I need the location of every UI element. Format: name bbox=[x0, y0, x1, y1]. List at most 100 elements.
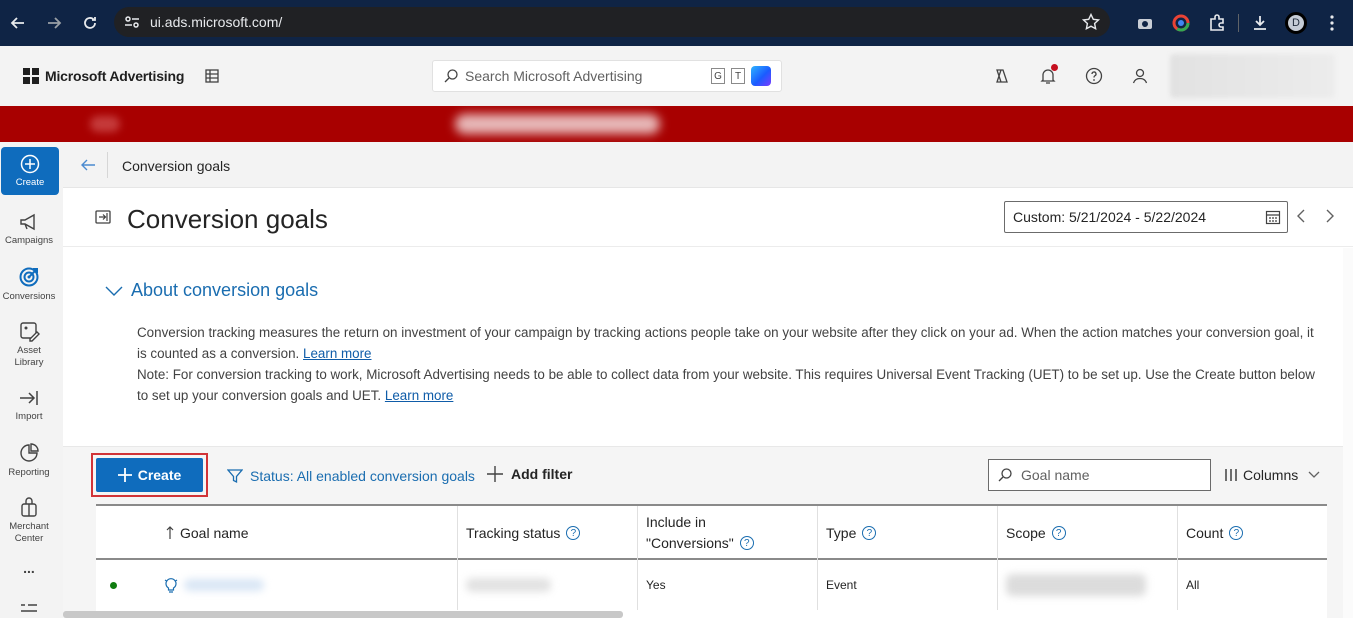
horizontal-scrollbar[interactable] bbox=[63, 611, 623, 618]
back-arrow-icon[interactable] bbox=[0, 5, 36, 41]
header-count-label: Count bbox=[1186, 524, 1224, 541]
help-icon[interactable]: ? bbox=[739, 536, 754, 550]
browser-menu-icon[interactable] bbox=[1317, 8, 1347, 38]
help-icon[interactable]: ? bbox=[566, 526, 581, 540]
download-icon[interactable] bbox=[1245, 8, 1275, 38]
target-icon bbox=[18, 266, 40, 288]
app-switcher-icon[interactable] bbox=[204, 68, 220, 84]
add-filter-label: Add filter bbox=[511, 466, 573, 482]
date-range-picker[interactable]: Custom: 5/21/2024 - 5/22/2024 bbox=[1004, 201, 1288, 233]
forward-arrow-icon[interactable] bbox=[36, 5, 72, 41]
reload-icon[interactable] bbox=[72, 5, 108, 41]
address-bar[interactable]: ui.ads.microsoft.com/ bbox=[114, 7, 1110, 37]
header-goal-name[interactable]: Goal name bbox=[156, 506, 456, 560]
image-edit-icon bbox=[18, 320, 40, 342]
redacted-scope bbox=[1006, 574, 1146, 596]
rail-more-icon[interactable]: ... bbox=[0, 561, 58, 575]
user-icon[interactable] bbox=[1128, 64, 1152, 88]
extensions-puzzle-icon[interactable] bbox=[1202, 8, 1232, 38]
add-filter-button[interactable]: Add filter bbox=[487, 466, 572, 482]
rail-item-asset-library[interactable]: Asset Library bbox=[0, 320, 58, 369]
learn-more-link-1[interactable]: Learn more bbox=[303, 346, 371, 361]
columns-icon bbox=[1225, 468, 1237, 482]
back-arrow-icon[interactable] bbox=[79, 157, 97, 173]
learn-more-link-2[interactable]: Learn more bbox=[385, 388, 453, 403]
shortcut-key-t: T bbox=[731, 68, 745, 84]
row-type-cell: Event bbox=[817, 560, 997, 610]
brand-logo[interactable]: Microsoft Advertising bbox=[23, 68, 184, 84]
create-button-label: Create bbox=[137, 467, 182, 483]
help-icon[interactable]: ? bbox=[1051, 526, 1066, 540]
url-text: ui.ads.microsoft.com/ bbox=[150, 14, 283, 30]
row-goal-name-cell[interactable] bbox=[156, 560, 456, 610]
plus-circle-icon bbox=[20, 154, 40, 174]
notification-dot bbox=[1051, 64, 1058, 71]
redacted-tracking-status bbox=[466, 578, 551, 592]
microsoft-logo-icon bbox=[23, 68, 39, 84]
vertical-scrollbar[interactable] bbox=[1343, 248, 1353, 618]
columns-button[interactable]: Columns bbox=[1225, 467, 1320, 483]
megaphone-icon bbox=[18, 212, 40, 232]
left-nav-rail: Create Campaigns Conversions Asset Libra… bbox=[0, 142, 63, 618]
import-arrow-icon bbox=[18, 388, 40, 408]
copilot-icon[interactable] bbox=[751, 66, 771, 86]
rail-item-conversions[interactable]: Conversions bbox=[0, 266, 58, 303]
help-icon[interactable] bbox=[1082, 64, 1106, 88]
header-divider bbox=[63, 246, 1353, 247]
camera-extension-icon[interactable] bbox=[1130, 8, 1160, 38]
header-type[interactable]: Type ? bbox=[817, 506, 997, 560]
site-settings-icon[interactable] bbox=[124, 15, 140, 29]
panel-toggle-icon[interactable] bbox=[95, 210, 111, 224]
header-include-in-conversions[interactable]: Include in "Conversions" ? bbox=[637, 506, 817, 560]
goal-name-search-input[interactable]: Goal name bbox=[988, 459, 1211, 491]
chevron-right-icon[interactable] bbox=[1325, 209, 1335, 223]
header-scope[interactable]: Scope ? bbox=[997, 506, 1177, 560]
redacted-goal-name bbox=[184, 579, 264, 591]
search-icon bbox=[997, 467, 1013, 483]
rail-label-merchant-center: Merchant Center bbox=[9, 521, 49, 544]
about-description: Conversion tracking measures the return … bbox=[137, 322, 1327, 406]
header-scope-label: Scope bbox=[1006, 524, 1046, 541]
sort-ascending-icon bbox=[166, 526, 174, 540]
rail-label-reporting: Reporting bbox=[8, 467, 50, 478]
alert-banner bbox=[0, 106, 1353, 142]
notification-bell-icon[interactable] bbox=[1036, 64, 1060, 88]
rail-label-conversions: Conversions bbox=[2, 291, 56, 302]
status-filter[interactable]: Status: All enabled conversion goals bbox=[227, 468, 475, 484]
rail-label-asset-library: Asset Library bbox=[14, 345, 44, 368]
app-header: Microsoft Advertising Search Microsoft A… bbox=[0, 46, 1353, 106]
rail-label-create: Create bbox=[15, 176, 45, 188]
rail-item-create[interactable]: Create bbox=[1, 147, 59, 195]
page-title: Conversion goals bbox=[127, 204, 328, 234]
header-goal-name-label: Goal name bbox=[180, 524, 249, 541]
columns-label: Columns bbox=[1243, 467, 1299, 483]
color-extension-icon[interactable] bbox=[1166, 8, 1196, 38]
header-tracking-status-label: Tracking status bbox=[466, 524, 561, 541]
rail-item-campaigns[interactable]: Campaigns bbox=[0, 212, 58, 247]
rail-item-import[interactable]: Import bbox=[0, 388, 58, 423]
header-include-line1: Include in bbox=[646, 514, 706, 530]
rail-item-merchant-center[interactable]: Merchant Center bbox=[0, 496, 58, 545]
header-include-line2: "Conversions" bbox=[646, 535, 734, 551]
copilot-chat-icon[interactable] bbox=[990, 64, 1014, 88]
bookmark-star-icon[interactable] bbox=[1082, 13, 1100, 31]
help-icon[interactable]: ? bbox=[862, 526, 877, 540]
date-range-value: Custom: 5/21/2024 - 5/22/2024 bbox=[1013, 209, 1207, 225]
profile-avatar[interactable]: D bbox=[1281, 8, 1311, 38]
create-button[interactable]: Create bbox=[96, 458, 203, 492]
header-tracking-status[interactable]: Tracking status ? bbox=[457, 506, 637, 560]
chart-report-icon bbox=[18, 442, 40, 464]
global-search-input[interactable]: Search Microsoft Advertising G T bbox=[432, 60, 782, 92]
main-content: Conversion goals Custom: 5/21/2024 - 5/2… bbox=[63, 188, 1353, 618]
row-status-cell bbox=[96, 560, 156, 610]
help-icon[interactable]: ? bbox=[1229, 526, 1244, 540]
rail-item-reporting[interactable]: Reporting bbox=[0, 442, 58, 479]
account-selector[interactable] bbox=[1170, 54, 1335, 98]
rail-collapse-icon[interactable] bbox=[0, 602, 58, 616]
about-heading: About conversion goals bbox=[131, 280, 319, 300]
table-row[interactable]: Yes Event All bbox=[96, 560, 1327, 610]
chevron-left-icon[interactable] bbox=[1296, 209, 1306, 223]
plus-icon bbox=[487, 466, 503, 482]
header-count[interactable]: Count ? bbox=[1177, 506, 1327, 560]
about-conversion-goals-toggle[interactable]: About conversion goals bbox=[105, 280, 318, 301]
